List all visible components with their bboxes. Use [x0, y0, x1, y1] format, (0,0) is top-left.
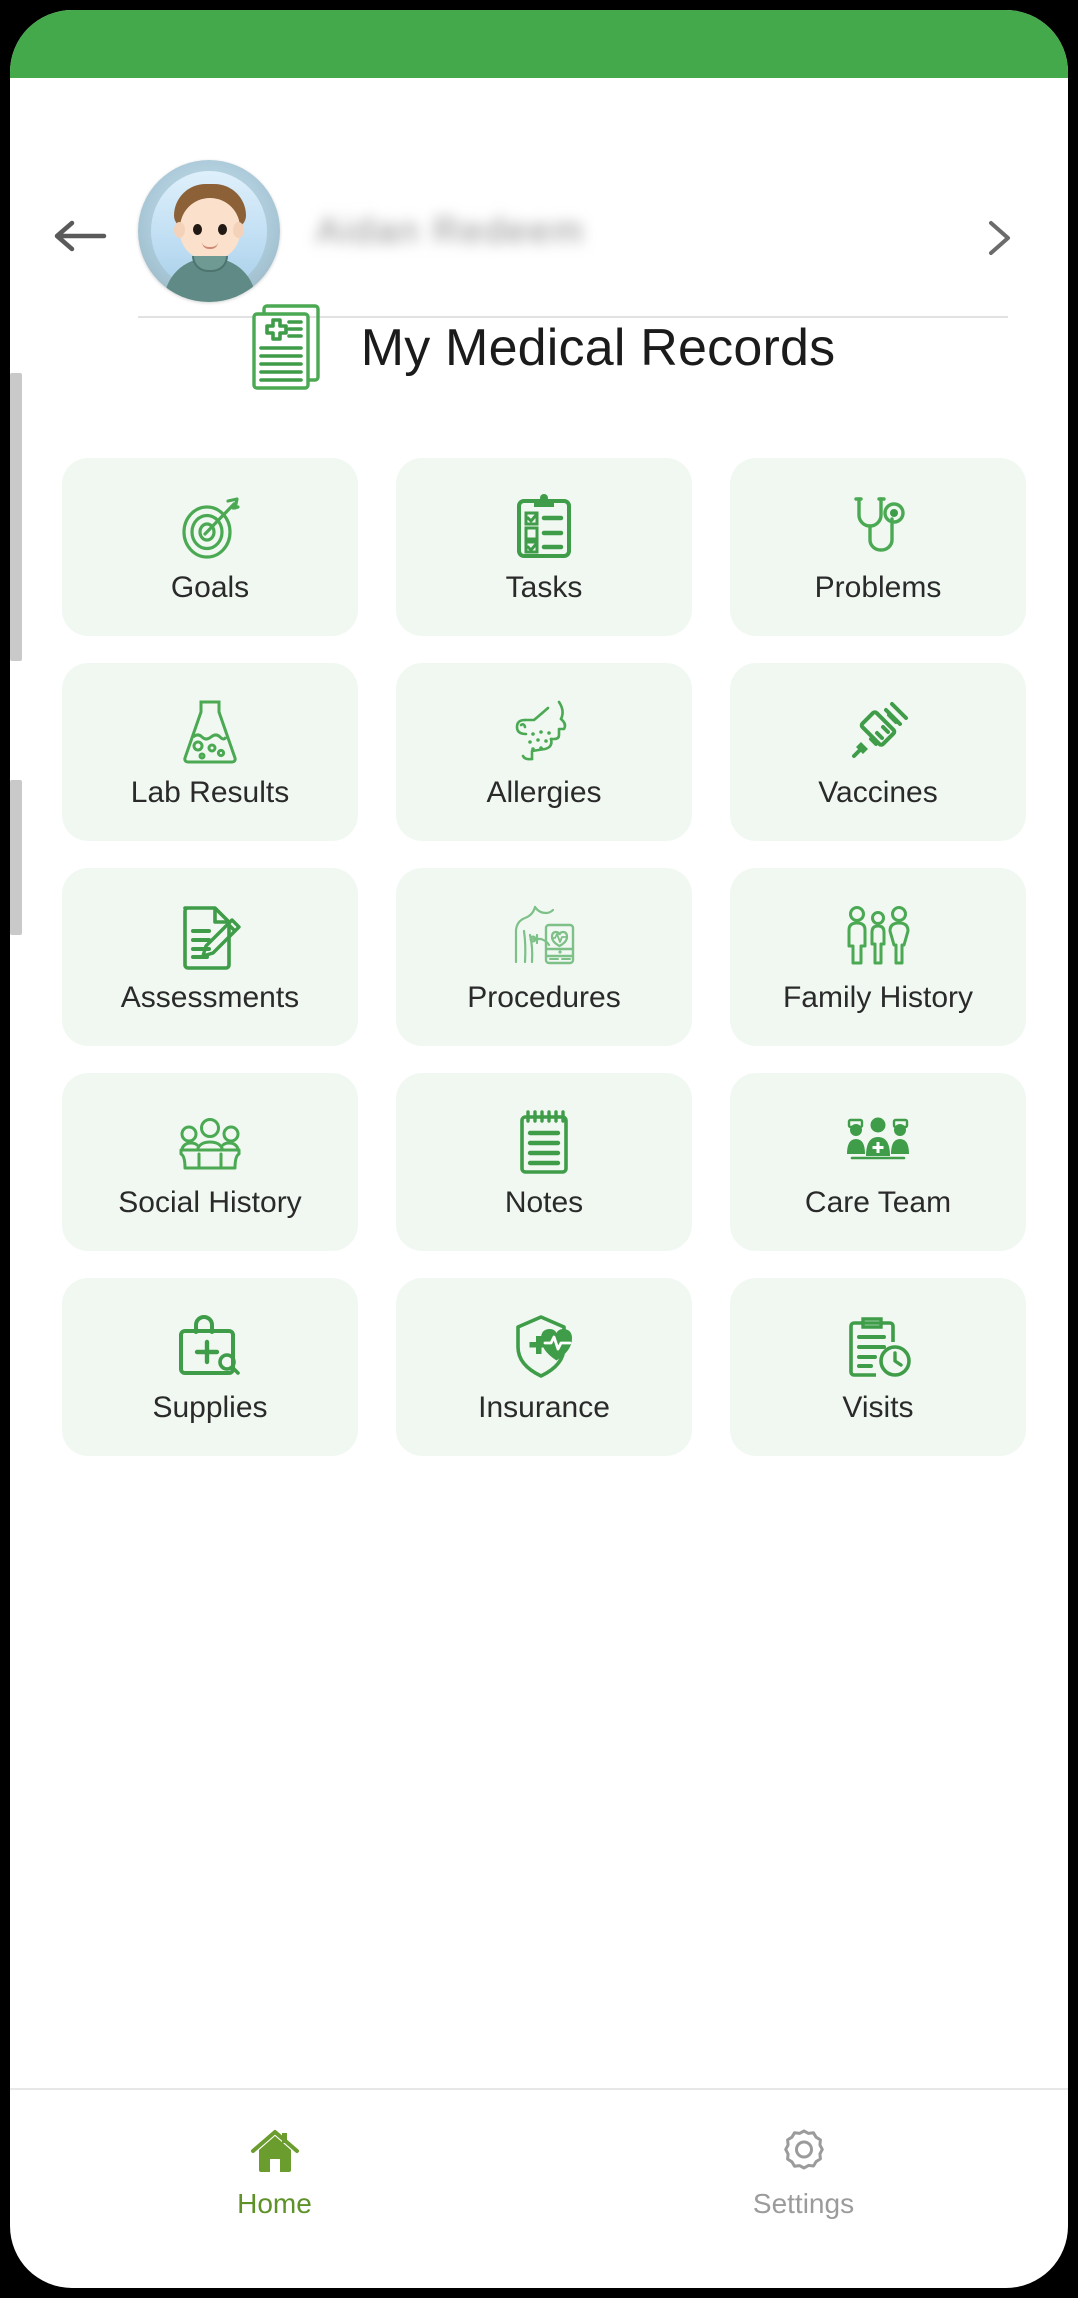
gear-icon	[778, 2126, 830, 2178]
tile-label: Visits	[842, 1391, 914, 1424]
tile-visits[interactable]: Visits	[730, 1278, 1026, 1456]
tile-procedures[interactable]: Procedures	[396, 868, 692, 1046]
bottom-navigation: Home Settings	[10, 2088, 1068, 2256]
tile-supplies[interactable]: Supplies	[62, 1278, 358, 1456]
nav-item-home[interactable]: Home	[10, 2126, 539, 2220]
syringe-icon	[842, 696, 914, 768]
clipboard-clock-icon	[842, 1311, 914, 1383]
page-title-row: My Medical Records	[10, 288, 1068, 408]
avatar-head	[180, 198, 240, 260]
clipboard-checklist-icon	[508, 491, 580, 563]
tile-label: Procedures	[467, 981, 621, 1014]
records-grid: Goals Tasks Problems Lab Results Allergi…	[62, 458, 1026, 1456]
avatar[interactable]	[138, 160, 280, 302]
tile-label: Insurance	[478, 1391, 610, 1424]
scroll-indicator-upper[interactable]	[10, 373, 22, 661]
nav-label: Home	[237, 2188, 312, 2219]
page-title: My Medical Records	[360, 319, 836, 377]
tile-label: Lab Results	[130, 776, 290, 809]
tile-care-team[interactable]: Care Team	[730, 1073, 1026, 1251]
tile-label: Supplies	[152, 1391, 268, 1424]
tile-family-history[interactable]: Family History	[730, 868, 1026, 1046]
tile-label: Allergies	[486, 776, 602, 809]
document-pencil-icon	[174, 901, 246, 973]
tile-label: Vaccines	[818, 776, 938, 809]
tile-problems[interactable]: Problems	[730, 458, 1026, 636]
tile-label: Tasks	[505, 571, 583, 604]
tile-insurance[interactable]: Insurance	[396, 1278, 692, 1456]
tile-label: Social History	[118, 1186, 302, 1219]
tile-goals[interactable]: Goals	[62, 458, 358, 636]
tile-assessments[interactable]: Assessments	[62, 868, 358, 1046]
tile-notes[interactable]: Notes	[396, 1073, 692, 1251]
tile-label: Care Team	[804, 1186, 952, 1219]
scroll-indicator-lower[interactable]	[10, 780, 22, 935]
phone-frame: Aidan Redeem My Medical Records Goals Ta…	[10, 10, 1068, 2288]
avatar-ear-right	[233, 222, 244, 238]
avatar-eye-left	[193, 224, 202, 235]
home-icon	[249, 2126, 301, 2178]
family-group-icon	[842, 901, 914, 973]
tile-allergies[interactable]: Allergies	[396, 663, 692, 841]
tile-lab-results[interactable]: Lab Results	[62, 663, 358, 841]
people-group-icon	[174, 1106, 246, 1178]
back-arrow-icon[interactable]	[52, 216, 108, 256]
medical-bag-plus-icon	[174, 1311, 246, 1383]
tile-label: Assessments	[120, 981, 300, 1014]
tile-social-history[interactable]: Social History	[62, 1073, 358, 1251]
care-team-icon	[842, 1106, 914, 1178]
shield-heart-icon	[508, 1311, 580, 1383]
avatar-eye-right	[218, 224, 227, 235]
stethoscope-icon	[842, 491, 914, 563]
medical-records-icon	[243, 300, 335, 396]
status-bar	[10, 10, 1068, 78]
tile-label: Family History	[782, 981, 973, 1014]
nav-item-settings[interactable]: Settings	[539, 2126, 1068, 2220]
tile-label: Problems	[814, 571, 942, 604]
patient-header: Aidan Redeem	[10, 78, 1068, 318]
tile-label: Notes	[504, 1186, 584, 1219]
patient-name: Aidan Redeem	[316, 210, 585, 251]
chevron-right-icon[interactable]	[982, 218, 1016, 258]
tile-tasks[interactable]: Tasks	[396, 458, 692, 636]
tile-vaccines[interactable]: Vaccines	[730, 663, 1026, 841]
patient-monitor-icon	[508, 901, 580, 973]
face-rash-icon	[508, 696, 580, 768]
tile-label: Goals	[170, 571, 250, 604]
notepad-icon	[508, 1106, 580, 1178]
nav-label: Settings	[752, 2188, 855, 2219]
flask-icon	[174, 696, 246, 768]
avatar-ear-left	[174, 222, 185, 238]
target-icon	[174, 491, 246, 563]
